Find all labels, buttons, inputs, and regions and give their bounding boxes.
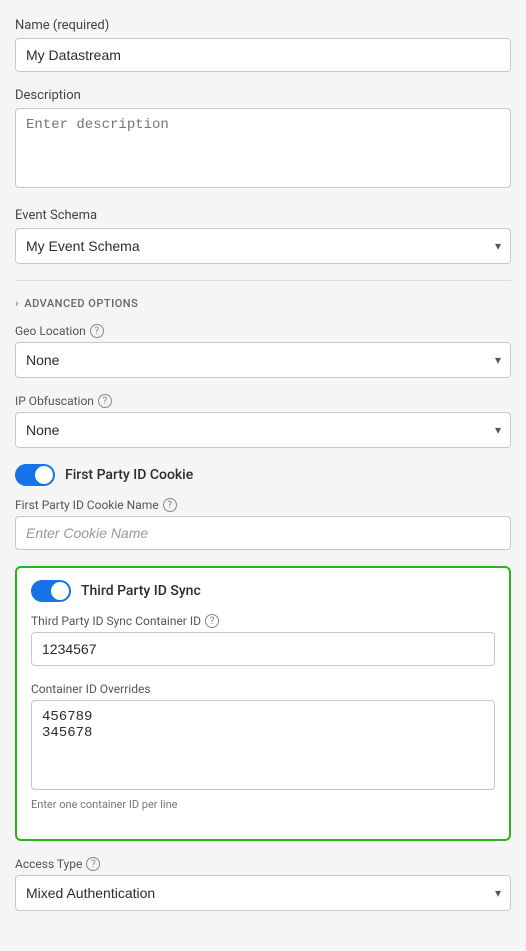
advanced-options-toggle[interactable]: › ADVANCED OPTIONS: [15, 297, 511, 310]
container-id-overrides-group: Container ID Overrides 456789 345678 Ent…: [31, 682, 495, 811]
access-type-label-row: Access Type ?: [15, 857, 511, 871]
geo-location-help-icon[interactable]: ?: [90, 324, 104, 338]
ip-obfuscation-label-row: IP Obfuscation ?: [15, 394, 511, 408]
divider-1: [15, 280, 511, 281]
name-label: Name (required): [15, 18, 511, 33]
description-field-group: Description: [15, 88, 511, 192]
first-party-toggle-label: First Party ID Cookie: [65, 467, 193, 483]
container-id-overrides-label: Container ID Overrides: [31, 682, 151, 696]
third-party-toggle-label: Third Party ID Sync: [81, 583, 201, 599]
third-party-toggle-knob: [51, 582, 69, 600]
description-label: Description: [15, 88, 511, 103]
geo-location-label-row: Geo Location ?: [15, 324, 511, 338]
third-party-container-id-group: Third Party ID Sync Container ID ?: [31, 614, 495, 666]
access-type-field-group: Access Type ? Mixed Authentication ▾: [15, 857, 511, 911]
third-party-container-help-icon[interactable]: ?: [205, 614, 219, 628]
first-party-cookie-input[interactable]: [15, 516, 511, 550]
first-party-cookie-help-icon[interactable]: ?: [163, 498, 177, 512]
access-type-select[interactable]: Mixed Authentication: [15, 875, 511, 911]
first-party-toggle[interactable]: [15, 464, 55, 486]
page-container: Name (required) Description Event Schema…: [0, 0, 526, 951]
third-party-section: Third Party ID Sync Third Party ID Sync …: [15, 566, 511, 841]
geo-location-select-wrapper: None ▾: [15, 342, 511, 378]
ip-obfuscation-field-group: IP Obfuscation ? None ▾: [15, 394, 511, 448]
first-party-cookie-name-label-row: First Party ID Cookie Name ?: [15, 498, 511, 512]
third-party-container-id-label-row: Third Party ID Sync Container ID ?: [31, 614, 495, 628]
geo-location-field-group: Geo Location ? None ▾: [15, 324, 511, 378]
name-field-group: Name (required): [15, 18, 511, 72]
first-party-toggle-slider: [15, 464, 55, 486]
ip-obfuscation-select-wrapper: None ▾: [15, 412, 511, 448]
access-type-select-wrapper: Mixed Authentication ▾: [15, 875, 511, 911]
third-party-container-id-input[interactable]: [31, 632, 495, 666]
advanced-chevron-icon: ›: [15, 297, 18, 310]
geo-location-select[interactable]: None: [15, 342, 511, 378]
third-party-toggle-row: Third Party ID Sync: [31, 580, 495, 602]
event-schema-field-group: Event Schema My Event Schema ▾: [15, 208, 511, 264]
ip-obfuscation-help-icon[interactable]: ?: [98, 394, 112, 408]
event-schema-select-wrapper: My Event Schema ▾: [15, 228, 511, 264]
description-textarea[interactable]: [15, 108, 511, 188]
ip-obfuscation-label: IP Obfuscation: [15, 394, 94, 408]
event-schema-select[interactable]: My Event Schema: [15, 228, 511, 264]
first-party-cookie-name-group: First Party ID Cookie Name ?: [15, 498, 511, 550]
name-input[interactable]: [15, 38, 511, 72]
container-id-overrides-textarea[interactable]: 456789 345678: [31, 700, 495, 790]
first-party-toggle-row: First Party ID Cookie: [15, 464, 511, 486]
geo-location-label: Geo Location: [15, 324, 86, 338]
third-party-toggle[interactable]: [31, 580, 71, 602]
advanced-options-label: ADVANCED OPTIONS: [24, 297, 138, 310]
first-party-cookie-name-label: First Party ID Cookie Name: [15, 498, 159, 512]
access-type-help-icon[interactable]: ?: [86, 857, 100, 871]
container-id-hint: Enter one container ID per line: [31, 798, 495, 811]
third-party-container-id-label: Third Party ID Sync Container ID: [31, 614, 201, 628]
container-id-overrides-label-row: Container ID Overrides: [31, 682, 495, 696]
access-type-label: Access Type: [15, 857, 82, 871]
first-party-toggle-knob: [35, 466, 53, 484]
ip-obfuscation-select[interactable]: None: [15, 412, 511, 448]
event-schema-label: Event Schema: [15, 208, 511, 223]
third-party-toggle-slider: [31, 580, 71, 602]
